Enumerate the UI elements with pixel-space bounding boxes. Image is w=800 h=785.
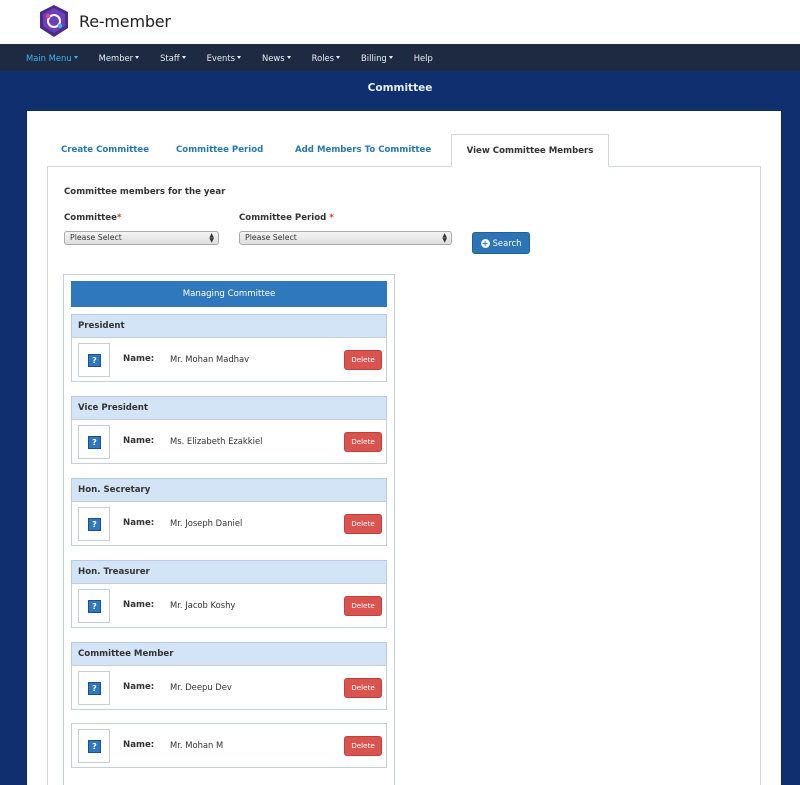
brand-logo-link[interactable]: Re-member	[37, 4, 171, 38]
tab-committee-period[interactable]: Committee Period	[176, 145, 263, 155]
brand-name: Re-member	[79, 11, 171, 31]
name-label: Name:	[123, 518, 155, 528]
placeholder-image-icon: ?	[88, 740, 101, 753]
nav-events[interactable]: Events	[207, 53, 241, 63]
search-button-label: Search	[492, 238, 522, 248]
tab-create-committee[interactable]: Create Committee	[61, 145, 149, 155]
avatar: ?	[78, 671, 110, 705]
delete-button[interactable]: Delete	[344, 596, 382, 616]
caret-down-icon	[388, 56, 393, 59]
member-row: ? Name: Mr. Jacob Koshy Delete	[71, 583, 387, 628]
plus-circle-icon: +	[480, 238, 490, 248]
committee-period-label: Committee Period *	[239, 213, 334, 223]
role-heading: Vice President	[71, 396, 387, 420]
tab-label: View Committee Members	[466, 145, 594, 156]
nav-label: Events	[206, 52, 235, 63]
placeholder-image-icon: ?	[88, 682, 101, 695]
search-button[interactable]: + Search	[472, 232, 530, 254]
nav-label: Help	[413, 52, 433, 63]
section-heading: Committee members for the year	[64, 187, 226, 197]
member-row: ? Name: Mr. Deepu Dev Delete	[71, 665, 387, 710]
member-row: ? Name: Mr. Mohan M Delete	[71, 723, 387, 768]
placeholder-image-icon: ?	[88, 436, 101, 449]
nav-help[interactable]: Help	[414, 53, 433, 63]
page-title: Committee	[367, 82, 433, 94]
member-row: ? Name: Ms. Elizabeth Ezakkiel Delete	[71, 419, 387, 464]
caret-down-icon	[73, 56, 78, 59]
name-label: Name:	[123, 600, 155, 610]
avatar: ?	[78, 507, 110, 541]
avatar: ?	[78, 425, 110, 459]
caret-down-icon	[286, 56, 291, 59]
nav-label: Main Menu	[26, 52, 72, 63]
avatar: ?	[78, 729, 110, 763]
avatar: ?	[78, 589, 110, 623]
placeholder-image-icon: ?	[88, 518, 101, 531]
required-mark: *	[116, 213, 122, 223]
tabs-divider	[47, 166, 761, 167]
committee-period-select[interactable]: Please Select ▲ ▼	[239, 231, 452, 245]
caret-down-icon	[181, 56, 186, 59]
select-arrows-icon: ▲ ▼	[209, 232, 214, 244]
nav-label: Billing	[361, 52, 387, 63]
role-heading: Committee Member	[71, 642, 387, 666]
nav-label: News	[261, 52, 285, 63]
nav-main-menu[interactable]: Main Menu	[26, 53, 78, 63]
main-nav: Main Menu Member Staff Events News Roles…	[0, 44, 800, 71]
tab-view-committee-members[interactable]: View Committee Members	[451, 134, 609, 167]
member-name: Mr. Deepu Dev	[170, 682, 232, 692]
delete-button[interactable]: Delete	[344, 678, 382, 698]
label-text: Committee Period	[239, 213, 327, 223]
placeholder-image-icon: ?	[88, 600, 101, 613]
name-label: Name:	[123, 740, 155, 750]
member-name: Mr. Jacob Koshy	[170, 600, 236, 610]
nav-label: Member	[98, 52, 134, 63]
member-name: Ms. Elizabeth Ezakkiel	[170, 436, 263, 446]
role-heading: President	[71, 314, 387, 338]
name-label: Name:	[123, 354, 155, 364]
nav-label: Roles	[311, 52, 335, 63]
label-text: Committee	[64, 213, 117, 223]
committee-title: Managing Committee	[71, 281, 387, 307]
nav-staff[interactable]: Staff	[160, 53, 186, 63]
top-header: Re-member	[0, 0, 800, 44]
delete-button[interactable]: Delete	[344, 514, 382, 534]
nav-billing[interactable]: Billing	[361, 53, 393, 63]
select-value: Please Select	[245, 233, 297, 242]
placeholder-image-icon: ?	[88, 354, 101, 367]
committee-select[interactable]: Please Select ▲ ▼	[64, 231, 219, 245]
member-row: ? Name: Mr. Joseph Daniel Delete	[71, 501, 387, 546]
member-row: ? Name: Mr. Mohan Madhav Delete	[71, 337, 387, 382]
required-mark: *	[329, 213, 334, 223]
committee-label: Committee*	[64, 213, 121, 223]
remember-logo-icon	[40, 5, 68, 37]
nav-roles[interactable]: Roles	[311, 52, 341, 63]
caret-down-icon	[336, 56, 341, 59]
member-name: Mr. Joseph Daniel	[170, 518, 243, 528]
name-label: Name:	[123, 682, 155, 692]
name-label: Name:	[123, 436, 155, 446]
nav-news[interactable]: News	[262, 53, 291, 63]
caret-down-icon	[135, 56, 140, 59]
delete-button[interactable]: Delete	[344, 350, 382, 370]
select-arrows-icon: ▲ ▼	[442, 232, 447, 244]
avatar: ?	[78, 343, 110, 377]
tab-add-members[interactable]: Add Members To Committee	[295, 145, 431, 155]
caret-down-icon	[236, 56, 241, 59]
role-heading: Hon. Secretary	[71, 478, 387, 502]
delete-button[interactable]: Delete	[344, 736, 382, 756]
delete-button[interactable]: Delete	[344, 432, 382, 452]
select-value: Please Select	[70, 233, 122, 242]
nav-member[interactable]: Member	[98, 52, 140, 63]
nav-label: Staff	[160, 52, 180, 63]
member-name: Mr. Mohan Madhav	[170, 354, 250, 364]
role-heading: Hon. Treasurer	[71, 560, 387, 584]
member-name: Mr. Mohan M	[170, 740, 224, 750]
